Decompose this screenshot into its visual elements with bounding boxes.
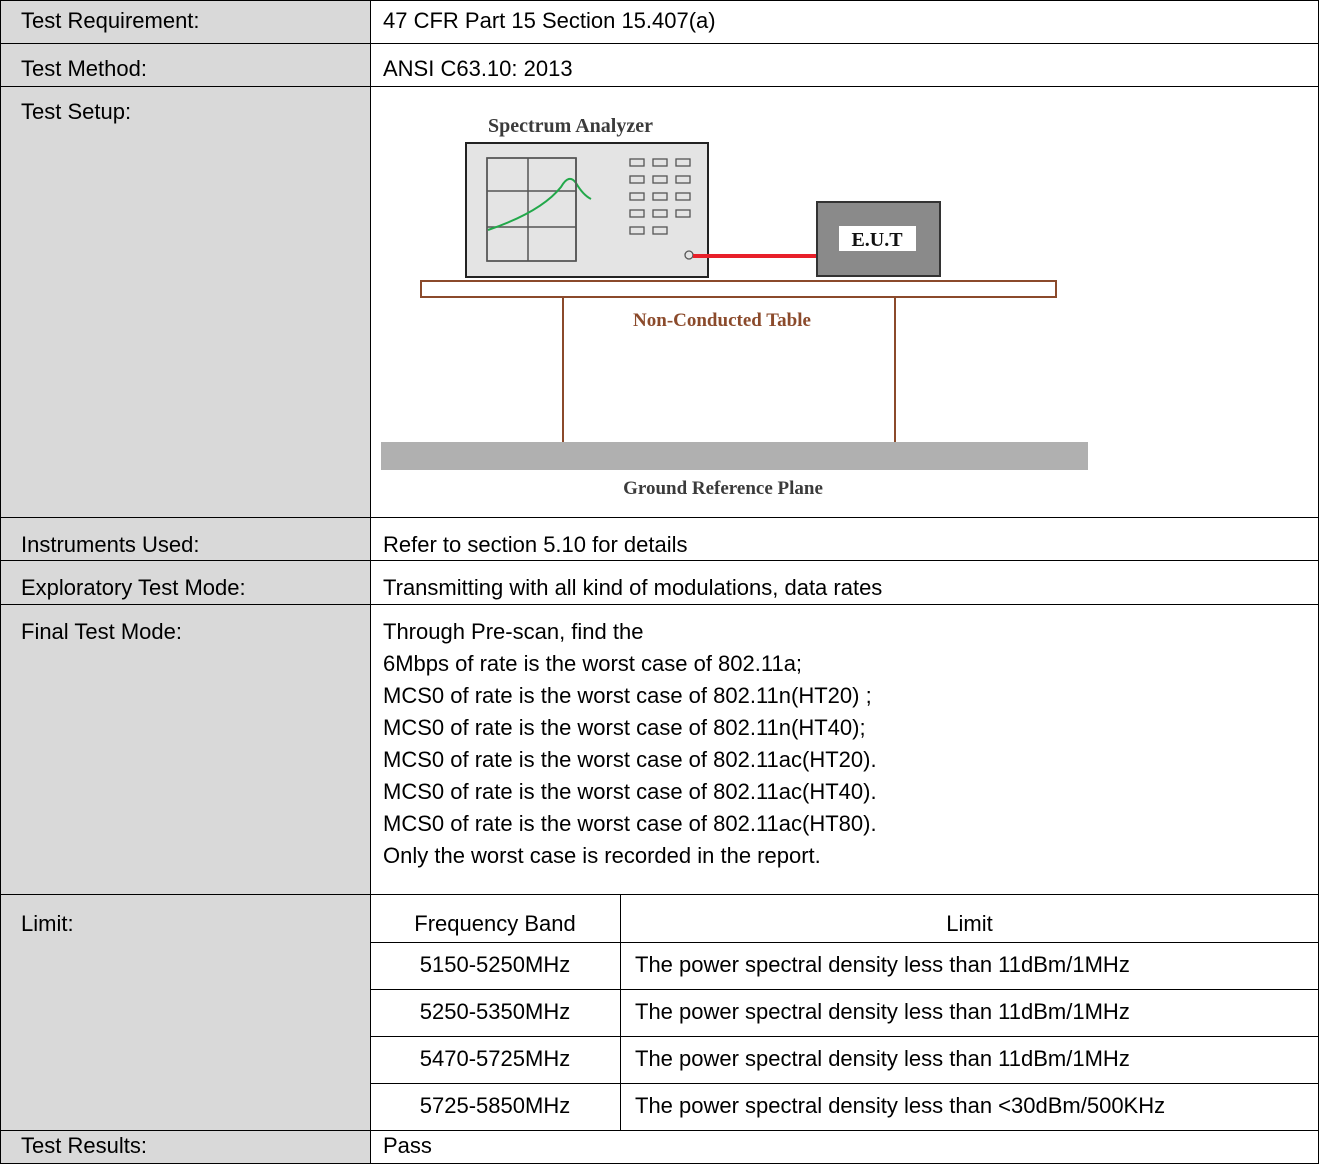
final-mode-line: MCS0 of rate is the worst case of 802.11… (383, 683, 872, 708)
grid-line (370, 0, 371, 1164)
grid-line (0, 560, 1319, 561)
limit-band-cell: 5250-5350MHz (419, 999, 571, 1024)
final-mode-line: MCS0 of rate is the worst case of 802.11… (383, 747, 877, 772)
limit-header-frequency-band: Frequency Band (414, 911, 576, 936)
spectrum-analyzer (465, 142, 709, 278)
limit-band-cell: 5470-5725MHz (419, 1046, 571, 1071)
label-final-test-mode: Final Test Mode: (0, 604, 370, 894)
test-report-table: Test Requirement: Test Method: Test Setu… (0, 0, 1319, 1164)
grid-line (370, 942, 1319, 943)
label-test-requirement: Test Requirement: (0, 0, 370, 43)
final-mode-line: MCS0 of rate is the worst case of 802.11… (383, 811, 877, 836)
value-test-results: Pass (383, 1133, 432, 1158)
eut-box: E.U.T (816, 201, 941, 277)
eut-label: E.U.T (851, 229, 903, 251)
final-mode-line: 6Mbps of rate is the worst case of 802.1… (383, 651, 803, 676)
ground-label: Ground Reference Plane (623, 478, 823, 499)
grid-line (0, 604, 1319, 605)
grid-line (0, 0, 1, 1164)
grid-line (0, 86, 1319, 87)
grid-line (0, 517, 1319, 518)
non-conducted-table-top (420, 280, 1057, 298)
value-final-test-mode: Through Pre-scan, find the 6Mbps of rate… (370, 604, 1319, 894)
spectrum-analyzer-label: Spectrum Analyzer (488, 115, 653, 137)
final-mode-line: Only the worst case is recorded in the r… (383, 843, 821, 868)
grid-line (370, 1036, 1319, 1037)
limit-band-cell: 5150-5250MHz (419, 952, 571, 977)
label-limit: Limit: (0, 894, 370, 1130)
grid-line (370, 989, 1319, 990)
limit-value-cell: The power spectral density less than 11d… (635, 1046, 1130, 1071)
label-test-setup: Test Setup: (0, 86, 370, 517)
grid-line (0, 1130, 1319, 1131)
ground-reference-plane (381, 442, 1088, 470)
final-mode-line: Through Pre-scan, find the (383, 619, 644, 644)
test-setup-diagram: Spectrum Analyzer E.U.T Non-Conducted Ta… (381, 115, 1088, 499)
limit-value-cell: The power spectral density less than 11d… (635, 952, 1130, 977)
grid-line (0, 894, 1319, 895)
limit-value-cell: The power spectral density less than <30… (635, 1093, 1166, 1118)
limit-band-cell: 5725-5850MHz (419, 1093, 571, 1118)
grid-line (0, 43, 1319, 44)
value-test-requirement: 47 CFR Part 15 Section 15.407(a) (383, 8, 716, 33)
grid-line (370, 1083, 1319, 1084)
value-exploratory-test-mode: Transmitting with all kind of modulation… (383, 575, 883, 600)
limit-header-limit: Limit (946, 911, 993, 936)
label-exploratory-test-mode: Exploratory Test Mode: (0, 560, 370, 604)
grid-line (0, 0, 1319, 1)
final-mode-line: MCS0 of rate is the worst case of 802.11… (383, 779, 877, 804)
label-test-method: Test Method: (0, 43, 370, 86)
table-label: Non-Conducted Table (633, 310, 811, 331)
limit-value-cell: The power spectral density less than 11d… (635, 999, 1130, 1024)
value-instruments-used: Refer to section 5.10 for details (383, 532, 688, 557)
label-test-results: Test Results: (0, 1130, 370, 1164)
final-mode-line: MCS0 of rate is the worst case of 802.11… (383, 715, 866, 740)
grid-line (620, 894, 621, 1130)
value-test-method: ANSI C63.10: 2013 (383, 56, 573, 81)
label-instruments-used: Instruments Used: (0, 517, 370, 560)
